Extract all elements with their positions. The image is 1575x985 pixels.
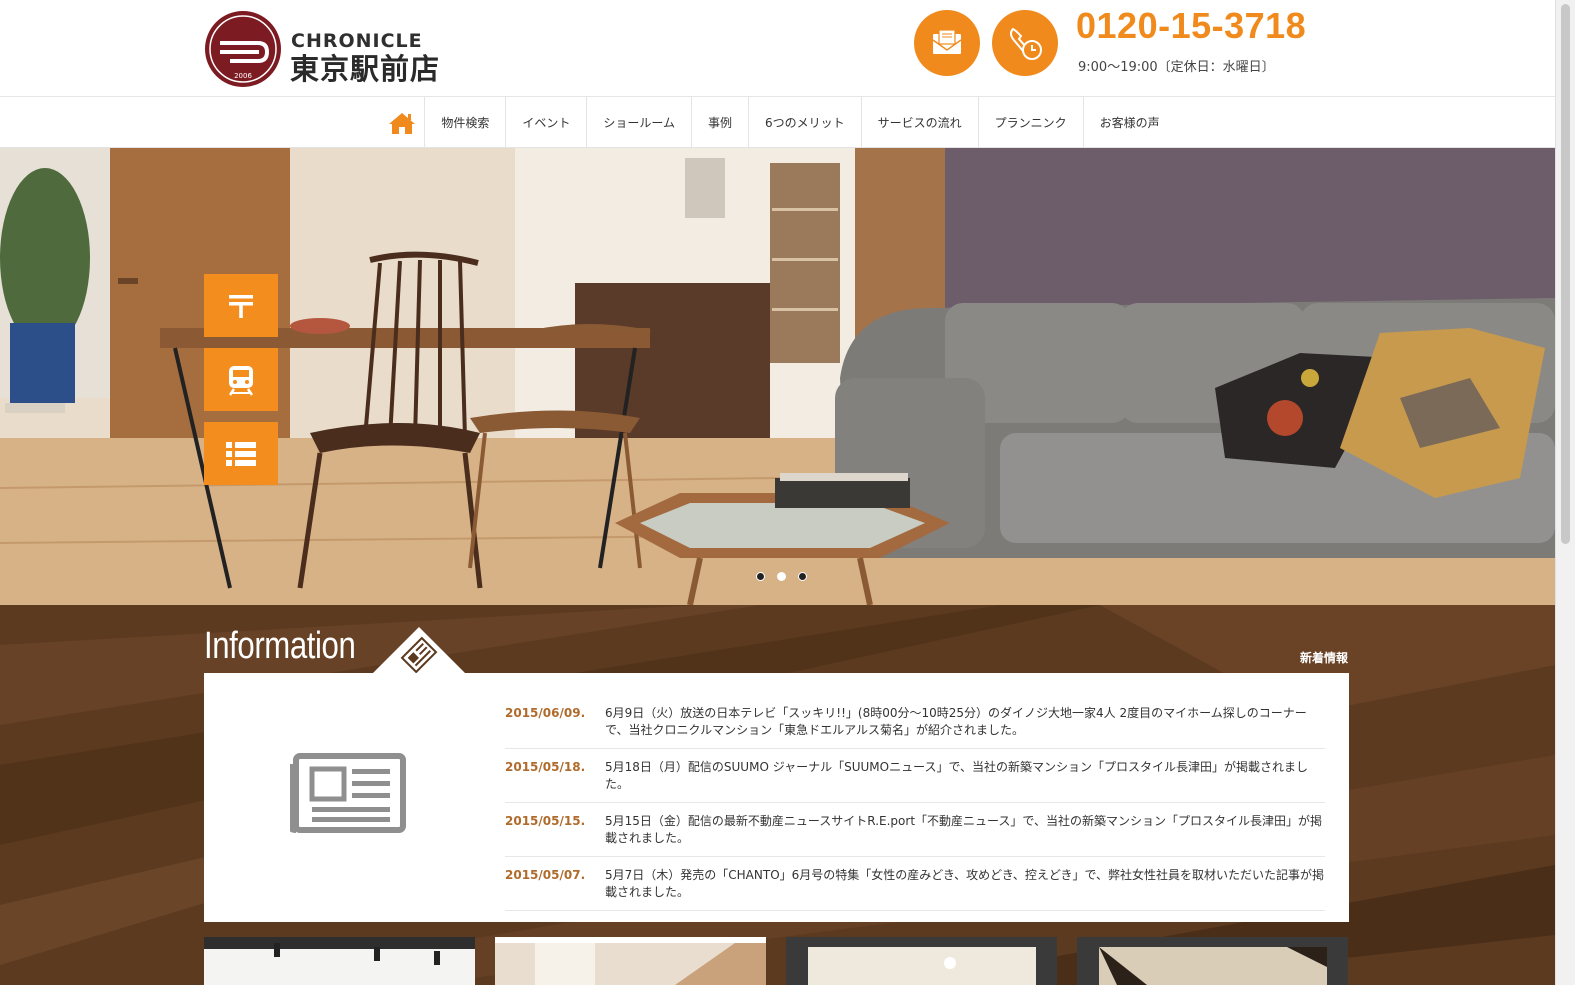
news-date: 2015/06/09. <box>505 706 586 720</box>
feature-thumbnail-2[interactable] <box>495 937 766 985</box>
slider-dots <box>756 572 807 581</box>
logo-japanese: 東京駅前店 <box>290 52 441 86</box>
slider-dot-2[interactable] <box>777 572 786 581</box>
nav-item-merits[interactable]: 6つのメリット <box>749 97 862 148</box>
news-item[interactable]: 2015/06/09. 6月9日（火）放送の日本テレビ「スッキリ!!」(8時00… <box>505 695 1325 749</box>
business-hours: 9:00〜19:00〔定休日：水曜日〕 <box>1078 60 1275 75</box>
hero-slider[interactable] <box>0 148 1555 605</box>
train-icon <box>228 365 254 396</box>
site-logo[interactable]: 2006 CHRONICLE 東京駅前店 <box>204 10 454 88</box>
postal-mark-icon <box>229 294 253 318</box>
site-header: 2006 CHRONICLE 東京駅前店 0120-15-3718 9:00〜1… <box>0 0 1555 97</box>
nav-item-planning[interactable]: プランニンク <box>979 97 1084 148</box>
scrollbar-track[interactable] <box>1555 0 1575 985</box>
news-list: 2015/06/09. 6月9日（火）放送の日本テレビ「スッキリ!!」(8時00… <box>505 695 1325 911</box>
news-text[interactable]: 5月18日（月）配信のSUUMO ジャーナル「SUUMOニュース」で、当社の新築… <box>605 759 1325 793</box>
information-section: Information 新着情報 2015/06/09. 6月9日（火）放送の日… <box>0 605 1555 985</box>
feature-thumbnail-4[interactable] <box>1077 937 1348 985</box>
nav-item-event[interactable]: イベント <box>506 97 588 148</box>
thumbnail-image <box>495 937 766 985</box>
news-item[interactable]: 2015/05/15. 5月15日（金）配信の最新不動産ニュースサイトR.E.p… <box>505 803 1325 857</box>
scrollbar-thumb[interactable] <box>1561 4 1570 544</box>
news-text[interactable]: 5月7日（木）発売の「CHANTO」6月号の特集「女性の産みどき、攻めどき、控え… <box>605 867 1325 901</box>
information-box: 2015/06/09. 6月9日（火）放送の日本テレビ「スッキリ!!」(8時00… <box>204 673 1349 922</box>
nav-item-cases[interactable]: 事例 <box>692 97 749 148</box>
newspaper-icon <box>290 753 406 833</box>
thumbnail-image <box>1077 937 1348 985</box>
news-text[interactable]: 5月15日（金）配信の最新不動産ニュースサイトR.E.port「不動産ニュース」… <box>605 813 1325 847</box>
phone-number[interactable]: 0120-15-3718 <box>1076 5 1306 47</box>
side-button-train[interactable] <box>204 348 278 411</box>
main-nav: 物件検索 イベント ショールーム 事例 6つのメリット サービスの流れ プランニ… <box>0 97 1555 148</box>
information-title: Information <box>204 625 356 667</box>
nav-item-showroom[interactable]: ショールーム <box>587 97 692 148</box>
slider-dot-3[interactable] <box>798 572 807 581</box>
phone-clock-icon <box>1010 27 1042 60</box>
news-date: 2015/05/15. <box>505 814 586 828</box>
news-text[interactable]: 6月9日（火）放送の日本テレビ「スッキリ!!」(8時00分〜10時25分）のダイ… <box>605 705 1325 739</box>
feature-thumbnail-3[interactable] <box>786 937 1057 985</box>
nav-item-property-search[interactable]: 物件検索 <box>425 97 507 148</box>
news-date: 2015/05/07. <box>505 868 586 882</box>
phone-button[interactable] <box>992 10 1058 76</box>
news-item[interactable]: 2015/05/18. 5月18日（月）配信のSUUMO ジャーナル「SUUMO… <box>505 749 1325 803</box>
thumbnail-image <box>204 937 475 985</box>
feature-thumbnail-1[interactable] <box>204 937 475 985</box>
news-date: 2015/05/18. <box>505 760 586 774</box>
nav-item-service-flow[interactable]: サービスの流れ <box>862 97 979 148</box>
slider-dot-1[interactable] <box>756 572 765 581</box>
newspaper-tab-icon <box>373 627 465 673</box>
logo-mark-icon: 2006 <box>205 11 281 87</box>
side-button-list[interactable] <box>204 422 278 485</box>
news-item[interactable]: 2015/05/07. 5月7日（木）発売の「CHANTO」6月号の特集「女性の… <box>505 857 1325 911</box>
mail-button[interactable] <box>914 10 980 76</box>
side-button-postal[interactable] <box>204 274 278 337</box>
information-subtitle: 新着情報 <box>1300 651 1349 665</box>
thumbnail-image <box>786 937 1057 985</box>
home-icon <box>388 112 415 134</box>
nav-item-customer-voice[interactable]: お客様の声 <box>1084 97 1176 148</box>
envelope-icon <box>932 29 962 54</box>
list-icon <box>226 441 256 466</box>
nav-home[interactable] <box>379 97 426 148</box>
svg-text:2006: 2006 <box>234 72 252 80</box>
